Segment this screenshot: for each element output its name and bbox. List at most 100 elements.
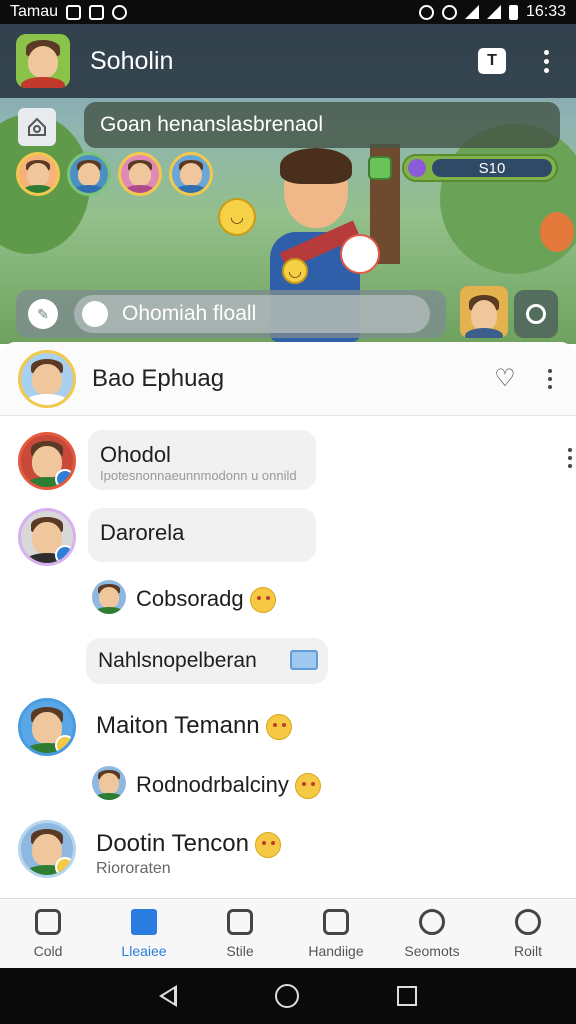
nav-item-cold[interactable]: Cold bbox=[0, 899, 96, 968]
chart-icon bbox=[131, 908, 157, 935]
search-placeholder: Ohomiah floall bbox=[122, 302, 257, 325]
heart-icon[interactable]: ♡ bbox=[492, 365, 518, 392]
smile-emoji-icon: ◡ bbox=[218, 198, 256, 236]
more-options-icon[interactable] bbox=[540, 365, 560, 393]
nav-label: Handiige bbox=[308, 942, 364, 959]
story-avatar[interactable] bbox=[67, 152, 111, 196]
emoji-badge-icon bbox=[55, 857, 73, 875]
search-input[interactable]: Ohomiah floall bbox=[74, 295, 430, 333]
story-row bbox=[16, 152, 213, 196]
story-avatar[interactable] bbox=[16, 152, 60, 196]
reply-line: Cobsoradg bbox=[136, 586, 276, 614]
back-icon[interactable] bbox=[159, 985, 177, 1007]
sender-name-line: Dootin Tencon bbox=[96, 830, 281, 858]
coin-icon bbox=[408, 159, 426, 177]
bottom-nav: Cold Lleaiee Stile Handiige Seomots Roil… bbox=[0, 898, 576, 968]
chat-avatar[interactable] bbox=[18, 349, 76, 408]
gem-icon[interactable] bbox=[368, 156, 392, 180]
target-icon bbox=[515, 908, 541, 935]
sender-status: Riororaten bbox=[96, 860, 171, 877]
nav-item-lleaiee[interactable]: Lleaiee bbox=[96, 899, 192, 968]
search-bar: ✎ Ohomiah floall bbox=[16, 290, 446, 338]
smile-emoji-icon: ◡ bbox=[282, 258, 308, 284]
profile-thumbnail[interactable] bbox=[460, 286, 508, 338]
announcement-banner[interactable]: Goan henanslasbrenaol bbox=[84, 102, 560, 148]
wink-emoji-icon bbox=[294, 773, 321, 800]
home-icon[interactable] bbox=[18, 108, 56, 146]
wifi-icon bbox=[464, 5, 479, 19]
nav-label: Seomots bbox=[404, 942, 460, 959]
heart-eyes-emoji-icon bbox=[265, 713, 292, 740]
verified-badge-icon bbox=[55, 545, 73, 563]
camera-icon bbox=[35, 908, 61, 935]
message-subtitle: Ipotesnonnaeunnmodonn u onnild bbox=[100, 468, 297, 483]
sender-name: Dootin Tencon bbox=[96, 830, 249, 857]
sender-avatar[interactable] bbox=[18, 820, 76, 878]
message-title: Darorela bbox=[100, 520, 185, 545]
nav-label: Lleaiee bbox=[121, 942, 167, 959]
sender-name: Maiton Temann bbox=[96, 712, 260, 739]
emoji-badge-icon bbox=[55, 735, 73, 753]
trash-icon bbox=[323, 908, 349, 935]
nav-label: Roilt bbox=[513, 942, 542, 959]
notification-icon bbox=[66, 4, 82, 20]
chat-header: Bao Ephuag ♡ bbox=[0, 342, 576, 416]
nav-item-stile[interactable]: Stile bbox=[192, 899, 288, 968]
clock-label: 16:33 bbox=[525, 3, 566, 20]
score-value: S10 bbox=[432, 159, 552, 177]
app-bar: Soholin T bbox=[0, 24, 576, 98]
chat-bubble-icon[interactable]: ✎ bbox=[28, 299, 58, 329]
shield-icon bbox=[112, 4, 128, 20]
reply-avatar[interactable] bbox=[92, 766, 126, 800]
signal-icon bbox=[486, 5, 501, 19]
nav-label: Stile bbox=[226, 942, 254, 959]
battery-icon bbox=[508, 4, 518, 20]
alarm-icon bbox=[441, 4, 457, 20]
message-bubble[interactable]: Ohodol Ipotesnonnaeunnmodonn u onnild bbox=[88, 430, 316, 490]
status-bar: Tamau 16:33 bbox=[0, 0, 576, 24]
hero-banner: Soholin T Goan henanslasbrenaol S10 ◡ ◡ … bbox=[0, 24, 576, 344]
reply-avatar[interactable] bbox=[92, 580, 126, 614]
score-pill[interactable]: S10 bbox=[402, 154, 558, 182]
sender-avatar[interactable] bbox=[18, 508, 76, 566]
sender-name-line: Maiton Temann bbox=[96, 712, 292, 740]
verified-badge-icon bbox=[55, 469, 73, 487]
nav-item-roilt[interactable]: Roilt bbox=[480, 899, 576, 968]
nav-item-seomots[interactable]: Seomots bbox=[384, 899, 480, 968]
app-title: Soholin bbox=[90, 46, 174, 75]
banner-text: Goan henanslasbrenaol bbox=[100, 113, 324, 136]
reply-text: Rodnodrbalciny bbox=[136, 772, 289, 797]
nav-label: Cold bbox=[33, 942, 63, 959]
more-options-icon[interactable] bbox=[532, 47, 560, 75]
recent-apps-icon[interactable] bbox=[397, 986, 417, 1006]
chat-sheet: Bao Ephuag ♡ Ohodol Ipotesnonnaeunnmodon… bbox=[0, 342, 576, 898]
heart-eyes-emoji-icon bbox=[249, 587, 276, 614]
message-bubble[interactable]: Darorela bbox=[88, 508, 316, 562]
chat-title: Bao Ephuag bbox=[92, 364, 225, 392]
story-avatar[interactable] bbox=[169, 152, 213, 196]
bluetooth-icon bbox=[418, 4, 434, 20]
new-chat-button[interactable]: T bbox=[478, 48, 506, 74]
emoji-ball-icon bbox=[340, 234, 380, 274]
envelope-icon bbox=[290, 650, 318, 670]
reply-line: Rodnodrbalciny bbox=[136, 772, 321, 800]
message-title: Nahlsnopelberan bbox=[98, 649, 257, 672]
carrier-label: Tamau bbox=[10, 3, 59, 20]
sender-avatar[interactable] bbox=[18, 698, 76, 756]
decoration-badge bbox=[540, 212, 574, 252]
home-circle-icon[interactable] bbox=[275, 984, 299, 1008]
system-nav-bar bbox=[0, 968, 576, 1024]
story-avatar[interactable] bbox=[118, 152, 162, 196]
message-options-icon[interactable] bbox=[560, 444, 576, 472]
app-avatar[interactable] bbox=[16, 34, 70, 88]
user-icon bbox=[82, 301, 108, 327]
sender-avatar[interactable] bbox=[18, 432, 76, 490]
message-title: Ohodol bbox=[100, 442, 171, 467]
reply-text: Cobsoradg bbox=[136, 586, 244, 611]
camera-target-icon[interactable] bbox=[514, 290, 558, 338]
list-icon bbox=[227, 908, 253, 935]
nav-item-handiige[interactable]: Handiige bbox=[288, 899, 384, 968]
person-icon bbox=[419, 908, 445, 935]
heart-eyes-emoji-icon bbox=[255, 831, 281, 858]
notification-icon bbox=[89, 4, 105, 20]
